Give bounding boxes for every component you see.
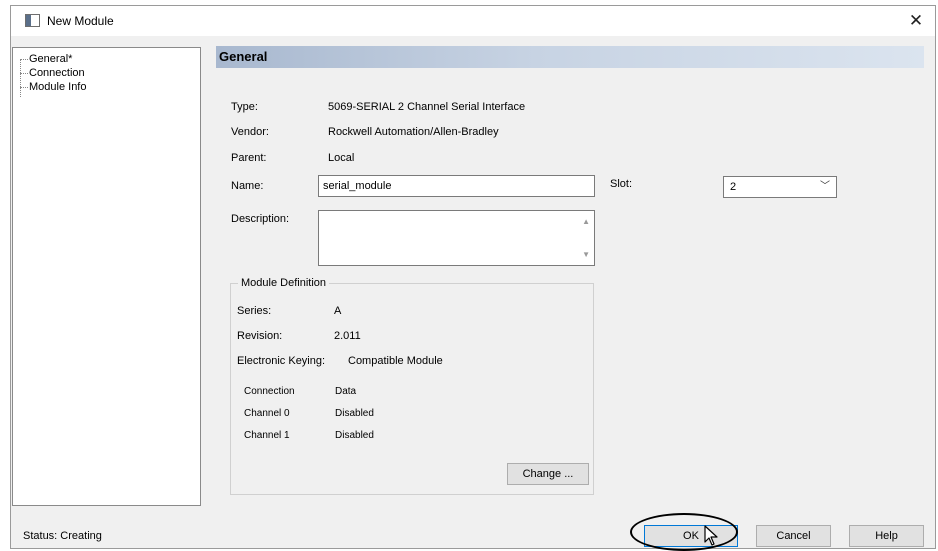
window-icon: [25, 14, 40, 27]
ok-highlight-circle: [630, 513, 738, 551]
close-icon[interactable]: ✕: [905, 10, 927, 32]
electronic-keying-value: Compatible Module: [348, 355, 443, 367]
panel-header-title: General: [219, 49, 268, 64]
tree-branch: [20, 73, 28, 74]
channel-0-value: Disabled: [335, 408, 374, 419]
parent-label: Parent:: [231, 152, 267, 164]
vendor-value: Rockwell Automation/Allen-Bradley: [328, 126, 499, 138]
parent-value: Local: [328, 152, 355, 164]
mouse-pointer-icon: [704, 525, 718, 546]
revision-label: Revision:: [237, 330, 283, 342]
slot-label: Slot:: [610, 178, 633, 190]
chevron-down-icon[interactable]: ﹀: [820, 177, 830, 197]
description-label: Description:: [231, 213, 290, 225]
tree-branch: [20, 87, 28, 88]
change-button[interactable]: Change ...: [507, 463, 589, 485]
cancel-button[interactable]: Cancel: [756, 525, 831, 547]
vendor-label: Vendor:: [231, 126, 269, 138]
channel-1-value: Disabled: [335, 430, 374, 441]
tree-item-label: General*: [29, 53, 73, 65]
series-value: A: [334, 305, 342, 317]
tree-branch: [20, 59, 28, 60]
slot-select[interactable]: 2 ﹀: [723, 176, 837, 198]
electronic-keying-label: Electronic Keying:: [237, 355, 326, 367]
scroll-up-icon[interactable]: ▲: [582, 217, 590, 226]
series-label: Series:: [237, 305, 272, 317]
scroll-down-icon[interactable]: ▼: [582, 250, 590, 259]
module-definition-title: Module Definition: [238, 277, 329, 289]
category-tree: General* Connection Module Info: [12, 47, 201, 506]
description-scrollbar[interactable]: ▲ ▼: [577, 211, 594, 265]
slot-value: 2: [730, 181, 737, 193]
tree-connector: [20, 59, 21, 97]
connection-row-value: Data: [335, 386, 357, 397]
name-label: Name:: [231, 180, 264, 192]
status-text: Status: Creating: [23, 530, 102, 542]
revision-value: 2.011: [334, 330, 361, 342]
tree-item-label: Module Info: [29, 81, 87, 93]
window-title: New Module: [47, 14, 114, 28]
panel-header: General: [216, 46, 924, 68]
type-label: Type:: [231, 101, 258, 113]
channel-0-label: Channel 0: [244, 408, 290, 419]
help-button[interactable]: Help: [849, 525, 924, 547]
type-value: 5069-SERIAL 2 Channel Serial Interface: [328, 101, 526, 113]
title-bar: New Module ✕: [11, 6, 935, 36]
connection-row-label: Connection: [244, 386, 295, 397]
description-field[interactable]: ▲ ▼: [318, 210, 595, 266]
tree-item-label: Connection: [29, 67, 85, 79]
channel-1-label: Channel 1: [244, 430, 290, 441]
name-input[interactable]: serial_module: [318, 175, 595, 197]
